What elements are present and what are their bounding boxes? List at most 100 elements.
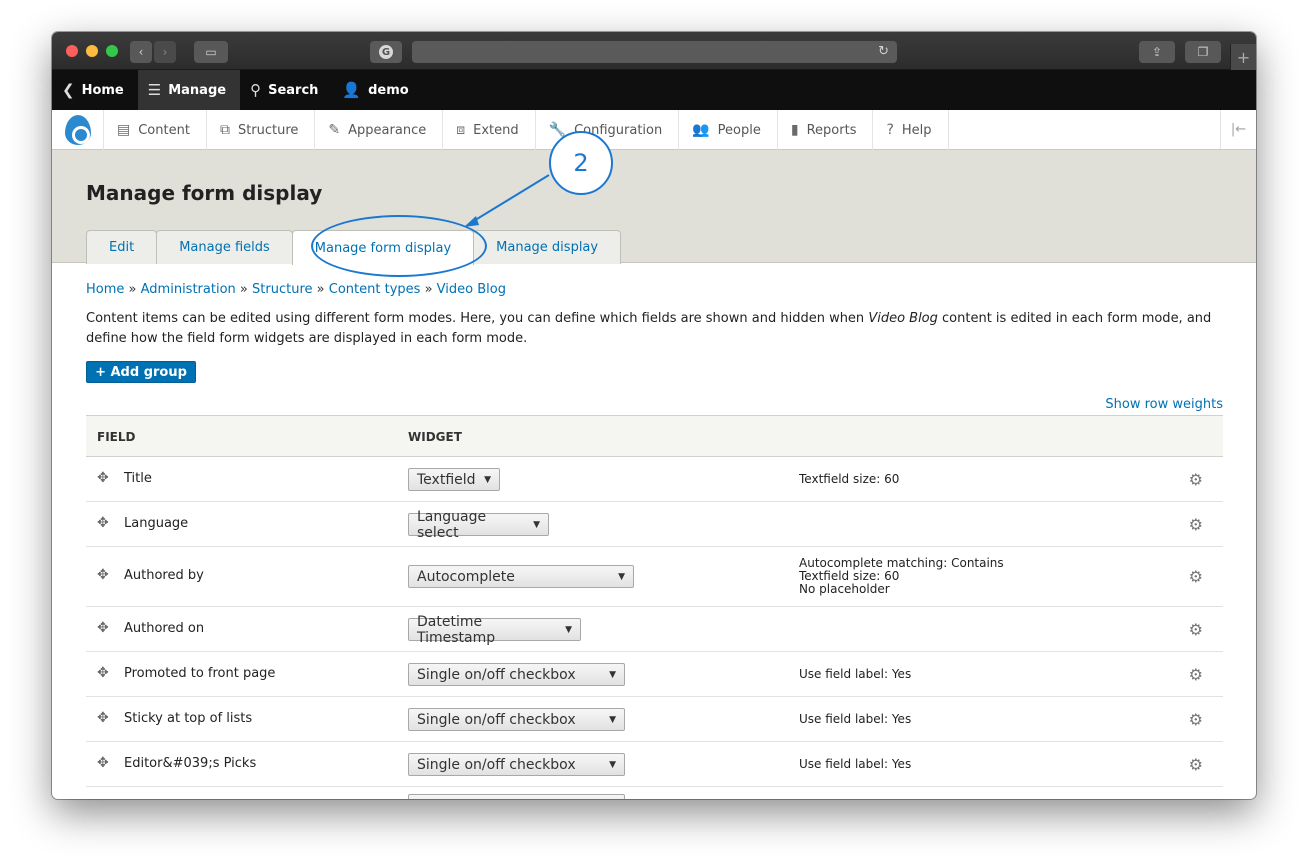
toolbar-user[interactable]: 👤 demo [332,70,422,110]
gear-icon[interactable]: ⚙ [1189,567,1203,586]
plus-icon: + [1236,47,1251,67]
caret-down-icon: ▼ [565,624,572,635]
gear-icon[interactable]: ⚙ [1189,710,1203,729]
document-icon: ▤ [117,122,131,138]
tray-item-label: Structure [237,122,299,138]
description-emphasis: Video Blog [868,311,938,326]
table-row: ✥ Authored by Autocomplete ▼ Autocomplete… [86,547,1223,607]
close-window-button[interactable] [66,45,78,57]
widget-select-value: Autocomplete [417,568,515,585]
widget-summary: Textfield size: 60 [799,473,899,486]
collapse-left-icon: |← [1230,122,1247,137]
widget-select-value: Single on/off checkbox [417,756,576,773]
user-icon: 👤 [342,81,362,99]
tab-edit[interactable]: Edit [86,230,158,264]
widget-select-value: Single on/off checkbox [417,666,576,683]
caret-down-icon: ▼ [533,519,540,530]
reload-icon[interactable]: ↻ [878,44,889,59]
tray-item-reports[interactable]: ▮ Reports [778,110,874,150]
tab-manage-fields[interactable]: Manage fields [156,230,293,264]
admin-toolbar: ❮ Home ☰ Manage ⚲ Search 👤 demo [52,70,1256,110]
sidebar-toggle-button[interactable]: ▭ [194,41,228,63]
tray-item-help[interactable]: ? Help [873,110,949,150]
tabs-overview-button[interactable]: ❐ [1185,41,1221,63]
widget-select[interactable]: Single on/off checkbox ▼ [408,663,625,686]
gear-icon[interactable]: ⚙ [1189,665,1203,684]
breadcrumb-structure[interactable]: Structure [252,282,312,297]
puzzle-icon: ⧈ [456,122,466,138]
summary-line: Use field label: Yes [799,712,912,726]
drag-handle-icon[interactable]: ✥ [97,755,109,771]
widget-select[interactable]: Language select ▼ [408,509,549,541]
tray-item-label: Content [138,122,190,138]
caret-down-icon: ▼ [484,474,491,485]
table-row [86,787,1223,799]
zoom-window-button[interactable] [106,45,118,57]
drag-handle-icon[interactable]: ✥ [97,567,109,583]
tab-manage-display[interactable]: Manage display [473,230,622,264]
gear-icon[interactable]: ⚙ [1189,470,1203,489]
minimize-window-button[interactable] [86,45,98,57]
show-row-weights-link[interactable]: Show row weights [1105,397,1223,412]
tray-item-structure[interactable]: ⧉ Structure [207,110,316,150]
drupal-logo[interactable] [52,110,104,150]
drag-handle-icon[interactable]: ✥ [97,620,109,636]
widget-select[interactable]: Textfield ▼ [408,468,500,491]
widget-select[interactable]: Single on/off checkbox ▼ [408,708,625,731]
chevron-right-icon: › [162,45,168,59]
breadcrumb-home[interactable]: Home [86,282,124,297]
admin-tray: ▤ Content ⧉ Structure ✎ Appearance ⧈ Ext… [52,110,1256,150]
tab-manage-form-display[interactable]: Manage form display [291,230,475,265]
widget-summary: Use field label: Yes [799,668,911,681]
toolbar-search[interactable]: ⚲ Search [240,70,332,110]
widget-summary: Autocomplete matching: Contains Textfiel… [799,557,1004,596]
drag-handle-icon[interactable]: ✥ [97,665,109,681]
share-button[interactable]: ⇪ [1139,41,1175,63]
breadcrumb-administration[interactable]: Administration [141,282,236,297]
summary-line: Use field label: Yes [799,757,912,771]
field-name: Sticky at top of lists [124,711,253,726]
drag-handle-icon[interactable]: ✥ [97,470,109,486]
breadcrumb: Home » Administration » Structure » Cont… [86,282,506,297]
table-header: FIELD WIDGET [86,416,1223,457]
widget-select[interactable] [408,794,625,799]
field-name: Language [124,516,189,531]
tray-item-appearance[interactable]: ✎ Appearance [315,110,444,150]
back-button[interactable]: ‹ [130,41,152,63]
widget-select[interactable]: Datetime Timestamp ▼ [408,614,581,646]
field-name: Authored on [124,621,205,636]
toolbar-manage[interactable]: ☰ Manage [137,70,241,110]
extension-button[interactable]: G [370,41,402,63]
summary-line: Use field label: Yes [799,667,912,681]
widget-select-value: Textfield [417,471,476,488]
drag-handle-icon[interactable]: ✥ [97,515,109,531]
table-row: ✥ Editor&#039;s Picks Single on/off chec… [86,742,1223,787]
caret-down-icon: ▼ [609,759,616,770]
bar-chart-icon: ▮ [790,122,799,138]
tray-item-label: Reports [806,122,857,138]
tray-orientation-toggle[interactable]: |← [1220,110,1256,149]
address-bar[interactable]: ↻ [412,41,897,63]
widget-summary: Use field label: Yes [799,758,911,771]
drag-handle-icon[interactable]: ✥ [97,710,109,726]
gear-icon[interactable]: ⚙ [1189,755,1203,774]
tray-item-content[interactable]: ▤ Content [104,110,207,150]
annotation-step-badge: 2 [549,131,613,195]
toolbar-home[interactable]: ❮ Home [52,70,138,110]
widget-select[interactable]: Autocomplete ▼ [408,565,634,588]
breadcrumb-video-blog[interactable]: Video Blog [437,282,506,297]
tray-item-people[interactable]: 👥 People [679,110,778,150]
widget-select[interactable]: Single on/off checkbox ▼ [408,753,625,776]
forward-button[interactable]: › [154,41,176,63]
paint-icon: ✎ [328,122,341,138]
page-title: Manage form display [86,181,323,205]
breadcrumb-content-types[interactable]: Content types [329,282,421,297]
breadcrumb-separator: » [239,282,248,297]
add-group-button[interactable]: + Add group [86,361,196,383]
gear-icon[interactable]: ⚙ [1189,515,1203,534]
new-tab-button[interactable]: + [1230,44,1256,70]
breadcrumb-separator: » [316,282,325,297]
gear-icon[interactable]: ⚙ [1189,620,1203,639]
summary-line: No placeholder [799,582,890,596]
tray-item-extend[interactable]: ⧈ Extend [443,110,536,150]
